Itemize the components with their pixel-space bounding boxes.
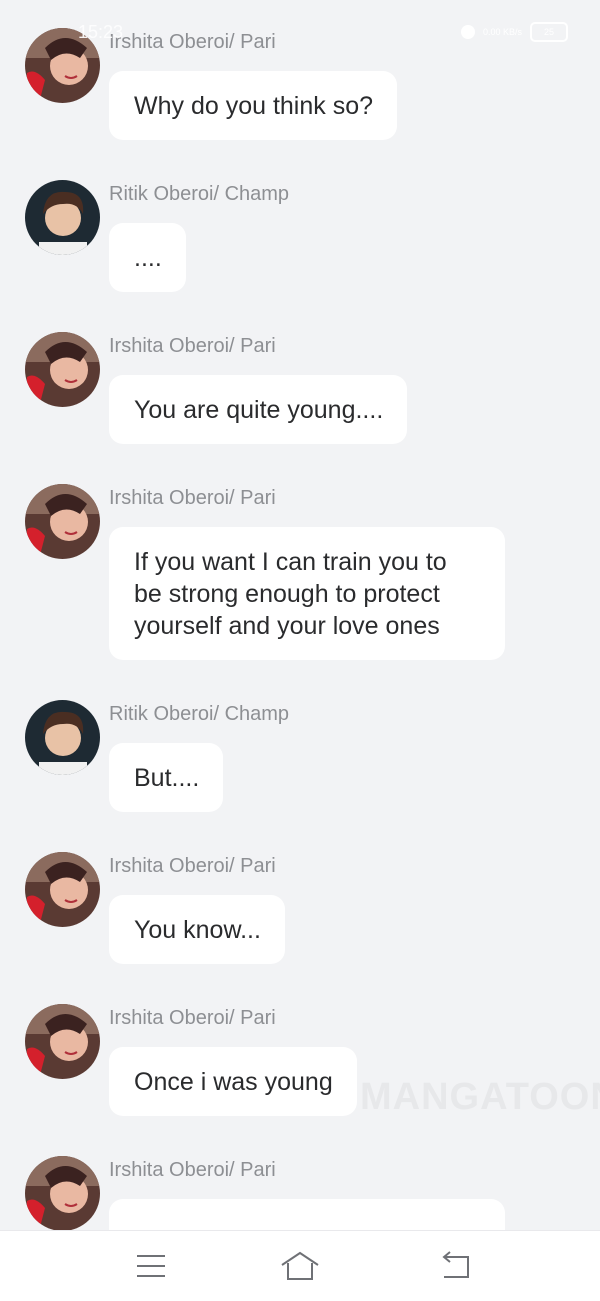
navigation-bar [0,1230,600,1301]
message-bubble[interactable]: Why do you think so? [109,71,398,140]
net-speed: 0.00 KB/s [482,26,522,37]
message-bubble[interactable]: You know... [109,895,285,964]
message-bubble[interactable]: .... [109,223,186,292]
menu-icon[interactable] [131,1249,171,1283]
battery-level: 25 [543,27,554,37]
pari-avatar[interactable] [25,1004,100,1079]
message-bubble[interactable]: Once i was young [109,1047,357,1116]
pari-avatar[interactable] [25,332,100,407]
message-bubble[interactable]: If you want I can train you to be strong… [109,527,505,660]
battery-icon: 25 [530,22,568,42]
pari-avatar[interactable] [25,852,100,927]
champ-avatar[interactable] [25,180,100,255]
chat-list[interactable]: Irshita Oberoi/ Pari Why do you think so… [0,0,600,1230]
home-icon[interactable] [280,1249,320,1283]
sender-name: Irshita Oberoi/ Pari [109,855,276,877]
pari-avatar[interactable] [25,484,100,559]
message-bubble[interactable]: But.... [109,743,224,812]
sender-name: Irshita Oberoi/ Pari [109,487,276,509]
message-bubble[interactable]: You are quite young.... [109,375,408,444]
status-icons: 0.00 KB/s 25 [460,22,568,42]
sender-name: Irshita Oberoi/ Pari [109,1007,276,1029]
sender-name: Irshita Oberoi/ Pari [109,335,276,357]
back-icon[interactable] [438,1249,478,1283]
sender-name: Irshita Oberoi/ Pari [109,1159,276,1181]
sender-name: Ritik Oberoi/ Champ [109,183,290,205]
sender-name: Ritik Oberoi/ Champ [109,703,290,725]
champ-avatar[interactable] [25,700,100,775]
status-bar: 15:23 0.00 KB/s 25 [0,0,600,66]
alarm-icon [460,25,475,39]
message-bubble[interactable] [109,1199,505,1230]
pari-avatar[interactable] [25,1156,100,1230]
status-time: 15:23 [78,22,124,42]
